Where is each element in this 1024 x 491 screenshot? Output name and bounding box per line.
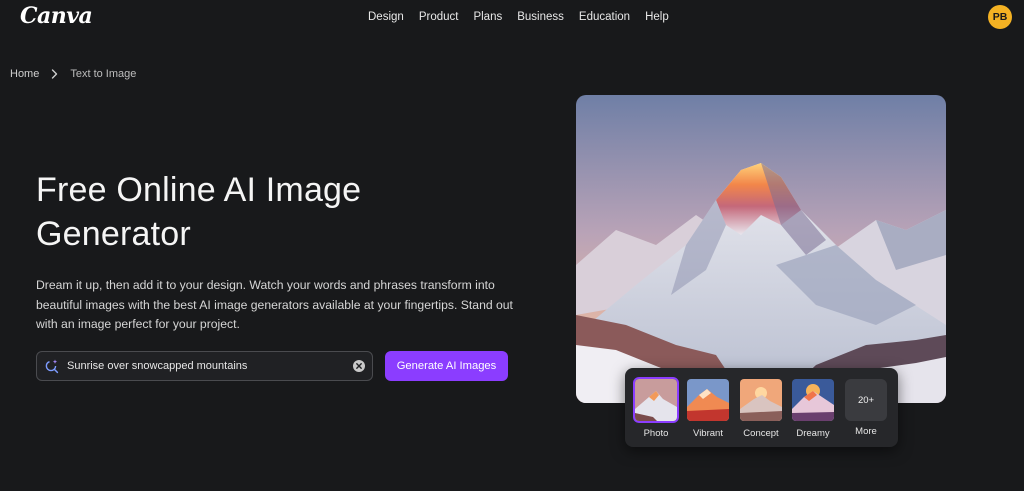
style-option-photo[interactable]: Photo — [633, 377, 679, 439]
style-option-concept[interactable]: Concept — [738, 377, 784, 439]
main-nav: Design Product Plans Business Education … — [368, 11, 684, 23]
nav-plans[interactable]: Plans — [473, 11, 502, 23]
style-thumbnail — [790, 377, 836, 423]
page-title: Free Online AI Image Generator — [36, 171, 362, 253]
top-header: Canva Design Product Plans Business Educ… — [0, 0, 1024, 36]
prompt-field — [36, 351, 373, 381]
style-thumbnail — [633, 377, 679, 423]
nav-product[interactable]: Product — [419, 11, 459, 23]
nav-help[interactable]: Help — [645, 11, 669, 23]
style-label: Dreamy — [796, 428, 830, 439]
canva-logo[interactable]: Canva — [20, 3, 93, 29]
nav-design[interactable]: Design — [368, 11, 404, 23]
generate-ai-images-button[interactable]: Generate AI Images — [385, 351, 508, 381]
style-option-vibrant[interactable]: Vibrant — [685, 377, 731, 439]
breadcrumb-current: Text to Image — [70, 68, 137, 80]
magic-search-icon — [37, 358, 67, 374]
breadcrumb-home[interactable]: Home — [10, 68, 39, 80]
chevron-right-icon — [51, 69, 58, 79]
user-avatar[interactable]: PB — [988, 5, 1012, 29]
prompt-input[interactable] — [67, 360, 346, 372]
style-option-more[interactable]: 20+ More — [843, 377, 889, 437]
style-thumbnail — [685, 377, 731, 423]
nav-education[interactable]: Education — [579, 11, 630, 23]
generated-image-preview — [576, 95, 946, 403]
style-label: Vibrant — [693, 428, 723, 439]
clear-icon[interactable] — [346, 360, 372, 372]
hero-description: Dream it up, then add it to your design.… — [36, 278, 513, 331]
style-option-dreamy[interactable]: Dreamy — [790, 377, 836, 439]
style-thumbnail — [738, 377, 784, 423]
breadcrumb: Home Text to Image — [10, 68, 136, 80]
nav-business[interactable]: Business — [517, 11, 564, 23]
style-picker: Photo Vibrant Concept Dreamy 20+ More — [625, 368, 898, 447]
style-label: More — [855, 426, 877, 437]
style-label: Photo — [643, 428, 669, 439]
style-label: Concept — [743, 428, 779, 439]
more-styles-count: 20+ — [845, 379, 887, 421]
